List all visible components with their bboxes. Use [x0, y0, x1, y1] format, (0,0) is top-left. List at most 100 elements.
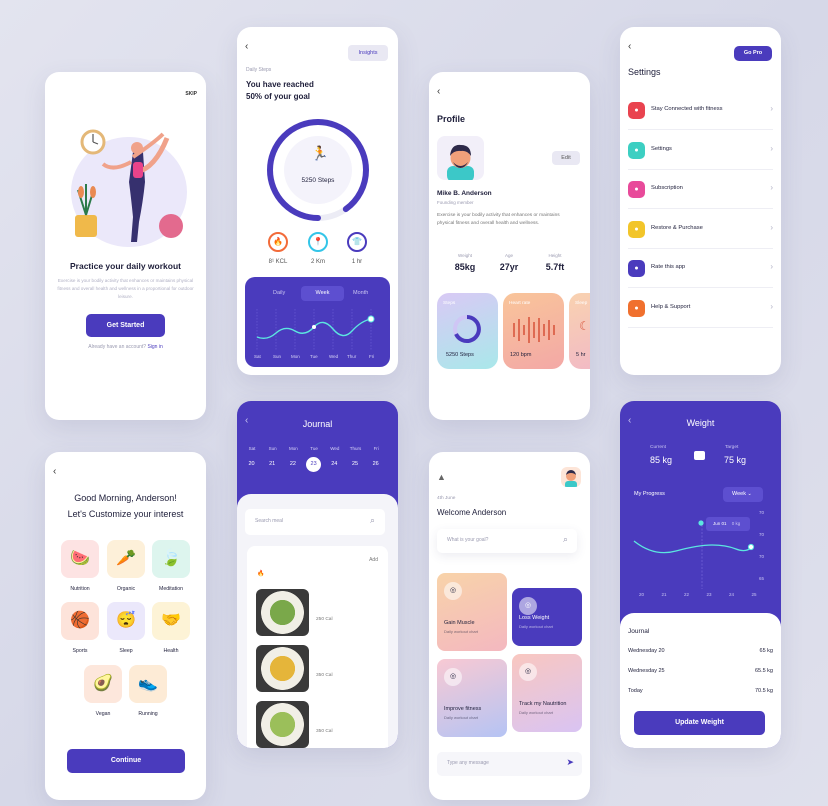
interest-item[interactable]: 🏀 Sports: [61, 602, 101, 660]
meal-image: [256, 701, 309, 748]
week-day-label: Sun: [268, 446, 277, 451]
interest-label: Health: [163, 648, 179, 654]
interest-item[interactable]: 🍉 Nutrition: [61, 540, 101, 598]
search-meal-input[interactable]: Search meal ⌕: [245, 509, 385, 535]
meal-item[interactable]: Mixed Vegetable Salad with vegan 250 Cal: [247, 587, 388, 639]
add-meal-link[interactable]: Add: [369, 557, 378, 563]
back-icon[interactable]: ‹: [628, 41, 631, 52]
stat-distance: 2 Km: [310, 259, 325, 265]
week-day-label: Thurs: [349, 446, 362, 451]
back-icon[interactable]: ‹: [245, 41, 248, 52]
interest-icon: 😴: [107, 602, 145, 640]
settings-item[interactable]: ● Settings ›: [628, 131, 773, 170]
search-icon[interactable]: ⌕: [370, 515, 375, 526]
stat-value-height: 5.7ft: [545, 262, 565, 272]
selected-date[interactable]: 23: [306, 457, 322, 472]
week-date[interactable]: 22: [285, 457, 300, 472]
stat-value-age: 27yr: [499, 262, 519, 272]
settings-item-icon: ●: [628, 220, 645, 238]
settings-item-label: Help & Support: [651, 303, 691, 310]
settings-item-label: Restore & Purchase: [651, 224, 703, 231]
settings-item-icon: ●: [628, 299, 645, 317]
weight-row-day: Wednesday 25: [628, 668, 665, 674]
target-weight: 75 kg: [724, 455, 747, 465]
settings-item[interactable]: ● Subscription ›: [628, 170, 773, 209]
goal-card-title: Gain Muscle: [444, 620, 475, 626]
weight-journal: Journal Wednesday 20 65 kg Wednesday 25 65.…: [620, 613, 781, 748]
continue-button[interactable]: Continue: [67, 749, 185, 773]
interest-item[interactable]: 🥑 Vegan: [84, 665, 124, 723]
chart-tooltip: Jun 01 0 kg: [713, 521, 740, 526]
goal-card-icon: ◎: [519, 597, 537, 615]
tab-month[interactable]: Month: [353, 290, 368, 296]
week-date[interactable]: 26: [368, 457, 383, 472]
weight-title: Weight: [686, 418, 715, 428]
search-icon[interactable]: ⌕: [563, 534, 568, 545]
week-date[interactable]: 25: [348, 457, 363, 472]
onboarding-title: Practice your daily workout: [69, 261, 181, 271]
avatar: [437, 136, 484, 180]
interest-item[interactable]: 👟 Running: [129, 665, 169, 723]
period-select[interactable]: Week ⌄: [723, 487, 763, 502]
sleep-tile[interactable]: Sleep ☾ 5 hr: [569, 293, 590, 369]
signin-link[interactable]: Sign in: [147, 344, 162, 350]
back-icon[interactable]: ‹: [437, 86, 440, 97]
weight-row-value: 70.5 kg: [754, 688, 773, 694]
settings-item[interactable]: ● Help & Support ›: [628, 289, 773, 328]
y-tick-label: 70: [759, 532, 765, 537]
goal-card[interactable]: ◎ Track my Nautrition Daily workout chart: [512, 654, 582, 732]
search-meal-placeholder: Search meal: [255, 518, 284, 524]
week-date[interactable]: 21: [265, 457, 280, 472]
insights-button[interactable]: Insights: [348, 45, 388, 61]
current-weight: 85 kg: [650, 455, 673, 465]
get-started-button[interactable]: Get Started: [86, 314, 165, 337]
heart-rate-tile[interactable]: Heart rate 120 bpm: [503, 293, 564, 369]
interest-item[interactable]: 😴 Sleep: [107, 602, 147, 660]
steps-headline: You have reached 50% of your goal: [246, 80, 314, 102]
goal-card-subtitle: Daily workout chart: [519, 624, 554, 629]
interest-item[interactable]: 🍃 Meditation: [152, 540, 192, 598]
journal-content: Search meal ⌕ Lunch Add 🔥 150 Kcal/250 K…: [237, 494, 398, 748]
interest-item[interactable]: 🤝 Health: [152, 602, 192, 660]
go-pro-button[interactable]: Go Pro: [734, 46, 772, 61]
send-icon[interactable]: ➤: [566, 757, 574, 768]
week-date[interactable]: 20: [244, 457, 259, 472]
meal-name: Vegetable mixed with egg & pepper nutrit…: [316, 707, 376, 720]
location-icon: 📍: [308, 232, 328, 252]
tile-value: 5 hr: [576, 352, 586, 358]
goal-card[interactable]: ◎ Loss Weight Daily workout chart: [512, 588, 582, 646]
tab-week[interactable]: Week: [301, 286, 344, 301]
interest-label: Nutrition: [70, 586, 90, 592]
weight-row: Wednesday 25 65.5 kg: [628, 665, 773, 681]
goal-card-icon: ◎: [444, 582, 462, 600]
chevron-right-icon: ›: [770, 222, 773, 232]
back-icon[interactable]: ‹: [53, 466, 56, 477]
x-tick-label: 20: [639, 592, 645, 597]
skip-button[interactable]: SKIP: [185, 91, 197, 97]
settings-item[interactable]: ● Stay Connected with fitness ›: [628, 91, 773, 130]
settings-item[interactable]: ● Restore & Purchase ›: [628, 210, 773, 249]
onboarding-screen: SKIP Practice your daily workout Exercis…: [45, 72, 206, 420]
meal-item[interactable]: Vegetable mixed with egg & pepper nutrit…: [247, 699, 388, 748]
week-date[interactable]: 24: [327, 457, 342, 472]
goal-card-title: Track my Nautrition: [519, 701, 567, 707]
stat-label-age: Age: [504, 253, 513, 258]
settings-item-label: Stay Connected with fitness: [651, 106, 723, 112]
goal-card[interactable]: ◎ Improve fitness Daily workout chart: [437, 659, 507, 737]
meal-item[interactable]: Mixed cucumber lemon Salad with egg 350 C…: [247, 643, 388, 695]
interest-item[interactable]: 🥕 Organic: [107, 540, 147, 598]
tab-daily[interactable]: Daily: [273, 290, 285, 296]
edit-button[interactable]: Edit: [552, 151, 580, 165]
weight-progress-chart: [633, 517, 755, 589]
x-tick-label: 24: [729, 592, 735, 597]
update-weight-button[interactable]: Update Weight: [634, 711, 765, 735]
message-input[interactable]: Type any message ➤: [437, 752, 582, 776]
steps-tile[interactable]: Steps 5250 Steps: [437, 293, 498, 369]
settings-item[interactable]: ● Rate this app ›: [628, 249, 773, 288]
bell-icon[interactable]: ▲: [437, 472, 446, 482]
goal-search-input[interactable]: What is your goal? ⌕: [437, 529, 577, 553]
interest-icon: 🍃: [152, 540, 190, 578]
goal-card[interactable]: ◎ Gain Muscle Daily workout chart: [437, 573, 507, 651]
user-avatar[interactable]: [561, 467, 581, 487]
goal-placeholder: What is your goal?: [447, 537, 489, 543]
